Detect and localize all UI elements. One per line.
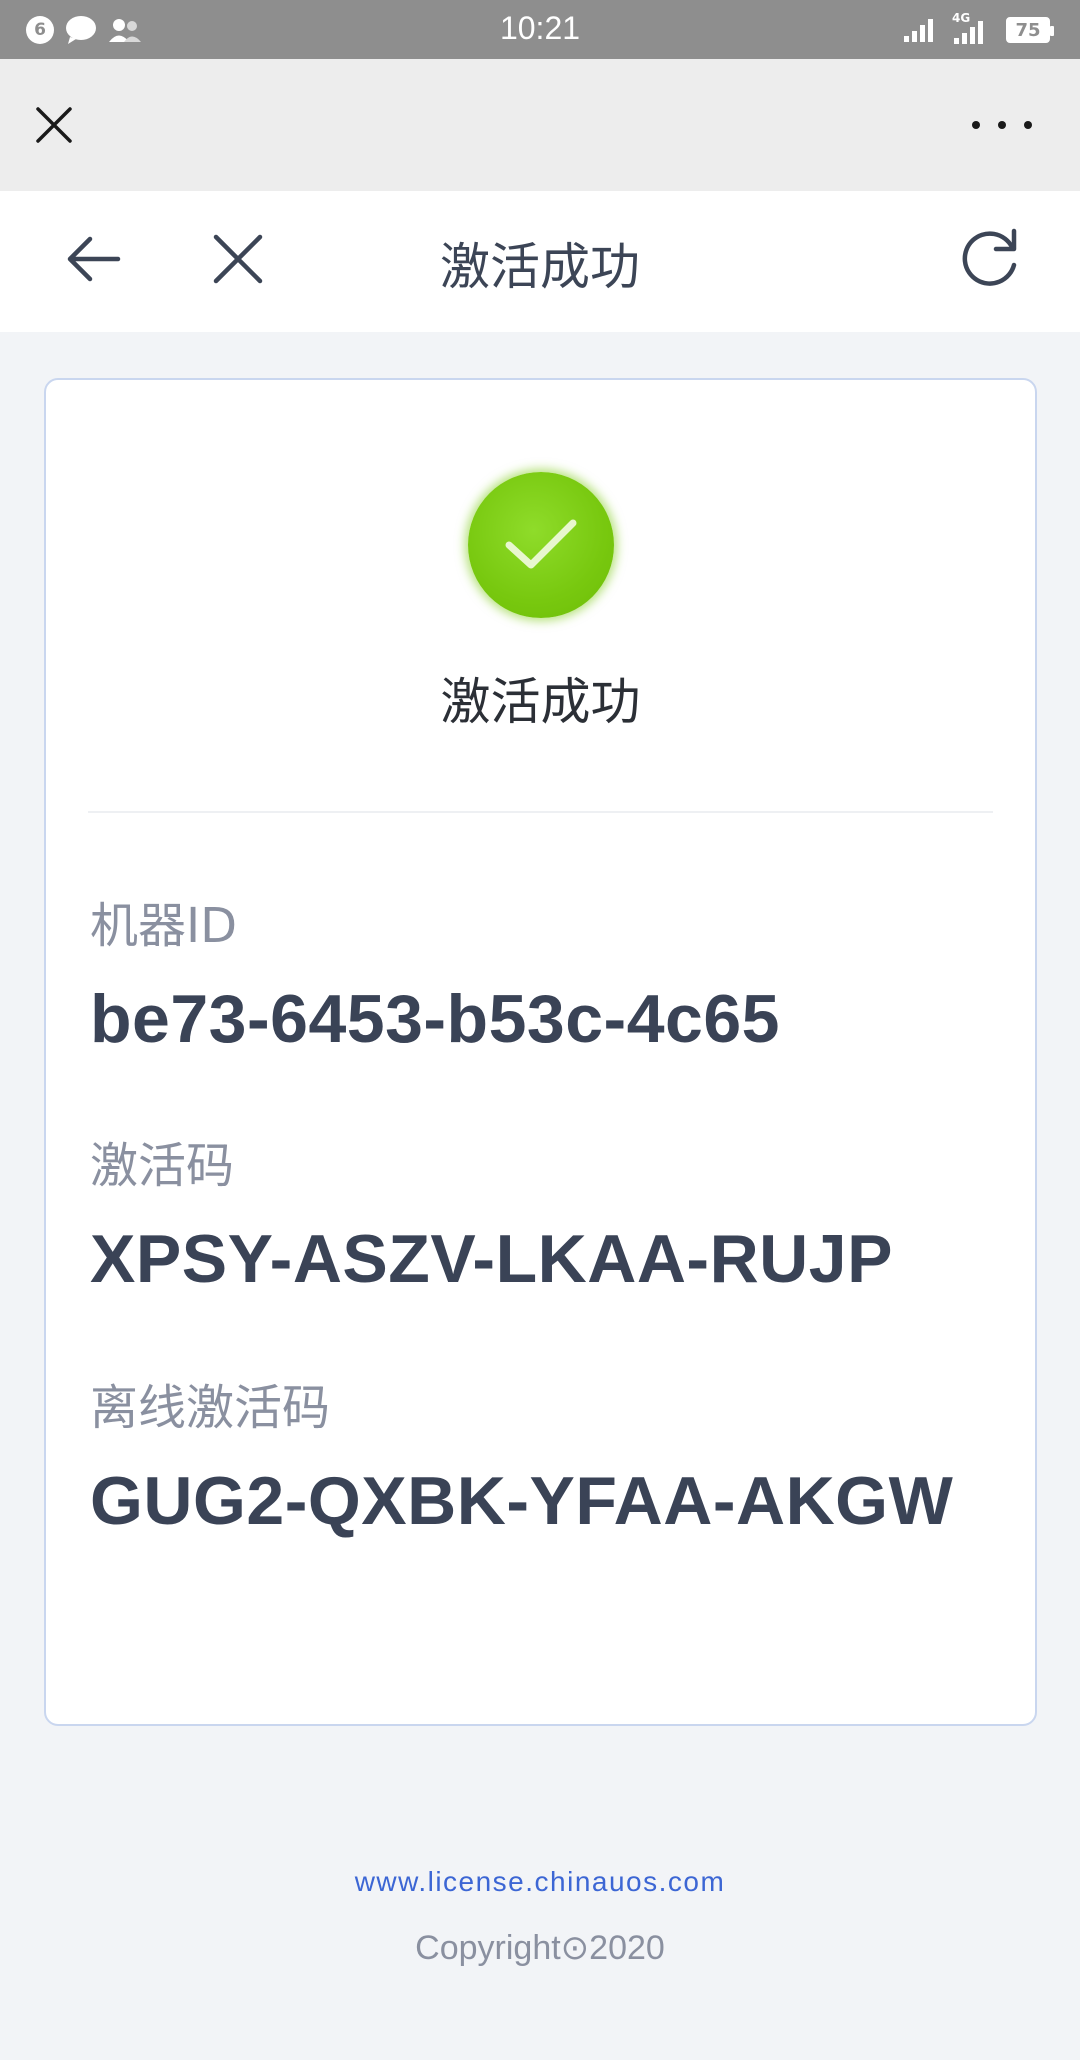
machine-id-value: be73-6453-b53c-4c65 — [90, 981, 780, 1057]
page-title: 激活成功 — [440, 238, 640, 296]
more-menu-icon[interactable] — [972, 115, 1032, 135]
success-title: 激活成功 — [440, 673, 641, 731]
machine-id-label: 机器ID — [90, 898, 238, 954]
signal-4g-icon: 4G — [952, 11, 992, 45]
offline-activation-code-label: 离线激活码 — [90, 1380, 331, 1436]
close-icon[interactable] — [30, 101, 78, 149]
activation-card: 激活成功 机器ID be73-6453-b53c-4c65 激活码 XPSY-A… — [44, 378, 1037, 1726]
copyright-text: Copyright⊙2020 — [415, 1929, 665, 1967]
divider — [88, 811, 993, 813]
activation-code-value: XPSY-ASZV-LKAA-RUJP — [90, 1221, 893, 1297]
status-bar: 6 10:21 4G 75 — [0, 0, 1080, 59]
success-check-icon — [468, 472, 614, 618]
battery-level: 75 — [1015, 19, 1041, 41]
activation-code-label: 激活码 — [90, 1138, 235, 1194]
refresh-icon[interactable] — [954, 221, 1026, 293]
page-header: 激活成功 — [0, 191, 1080, 332]
offline-activation-code-value: GUG2-QXBK-YFAA-AKGW — [90, 1463, 954, 1539]
battery-icon: 75 — [1006, 17, 1054, 43]
status-right: 4G 75 — [902, 11, 1054, 46]
signal-icon — [904, 19, 933, 42]
browser-toolbar — [0, 59, 1080, 191]
license-site-link[interactable]: www.license.chinauos.com — [0, 1866, 1080, 1898]
